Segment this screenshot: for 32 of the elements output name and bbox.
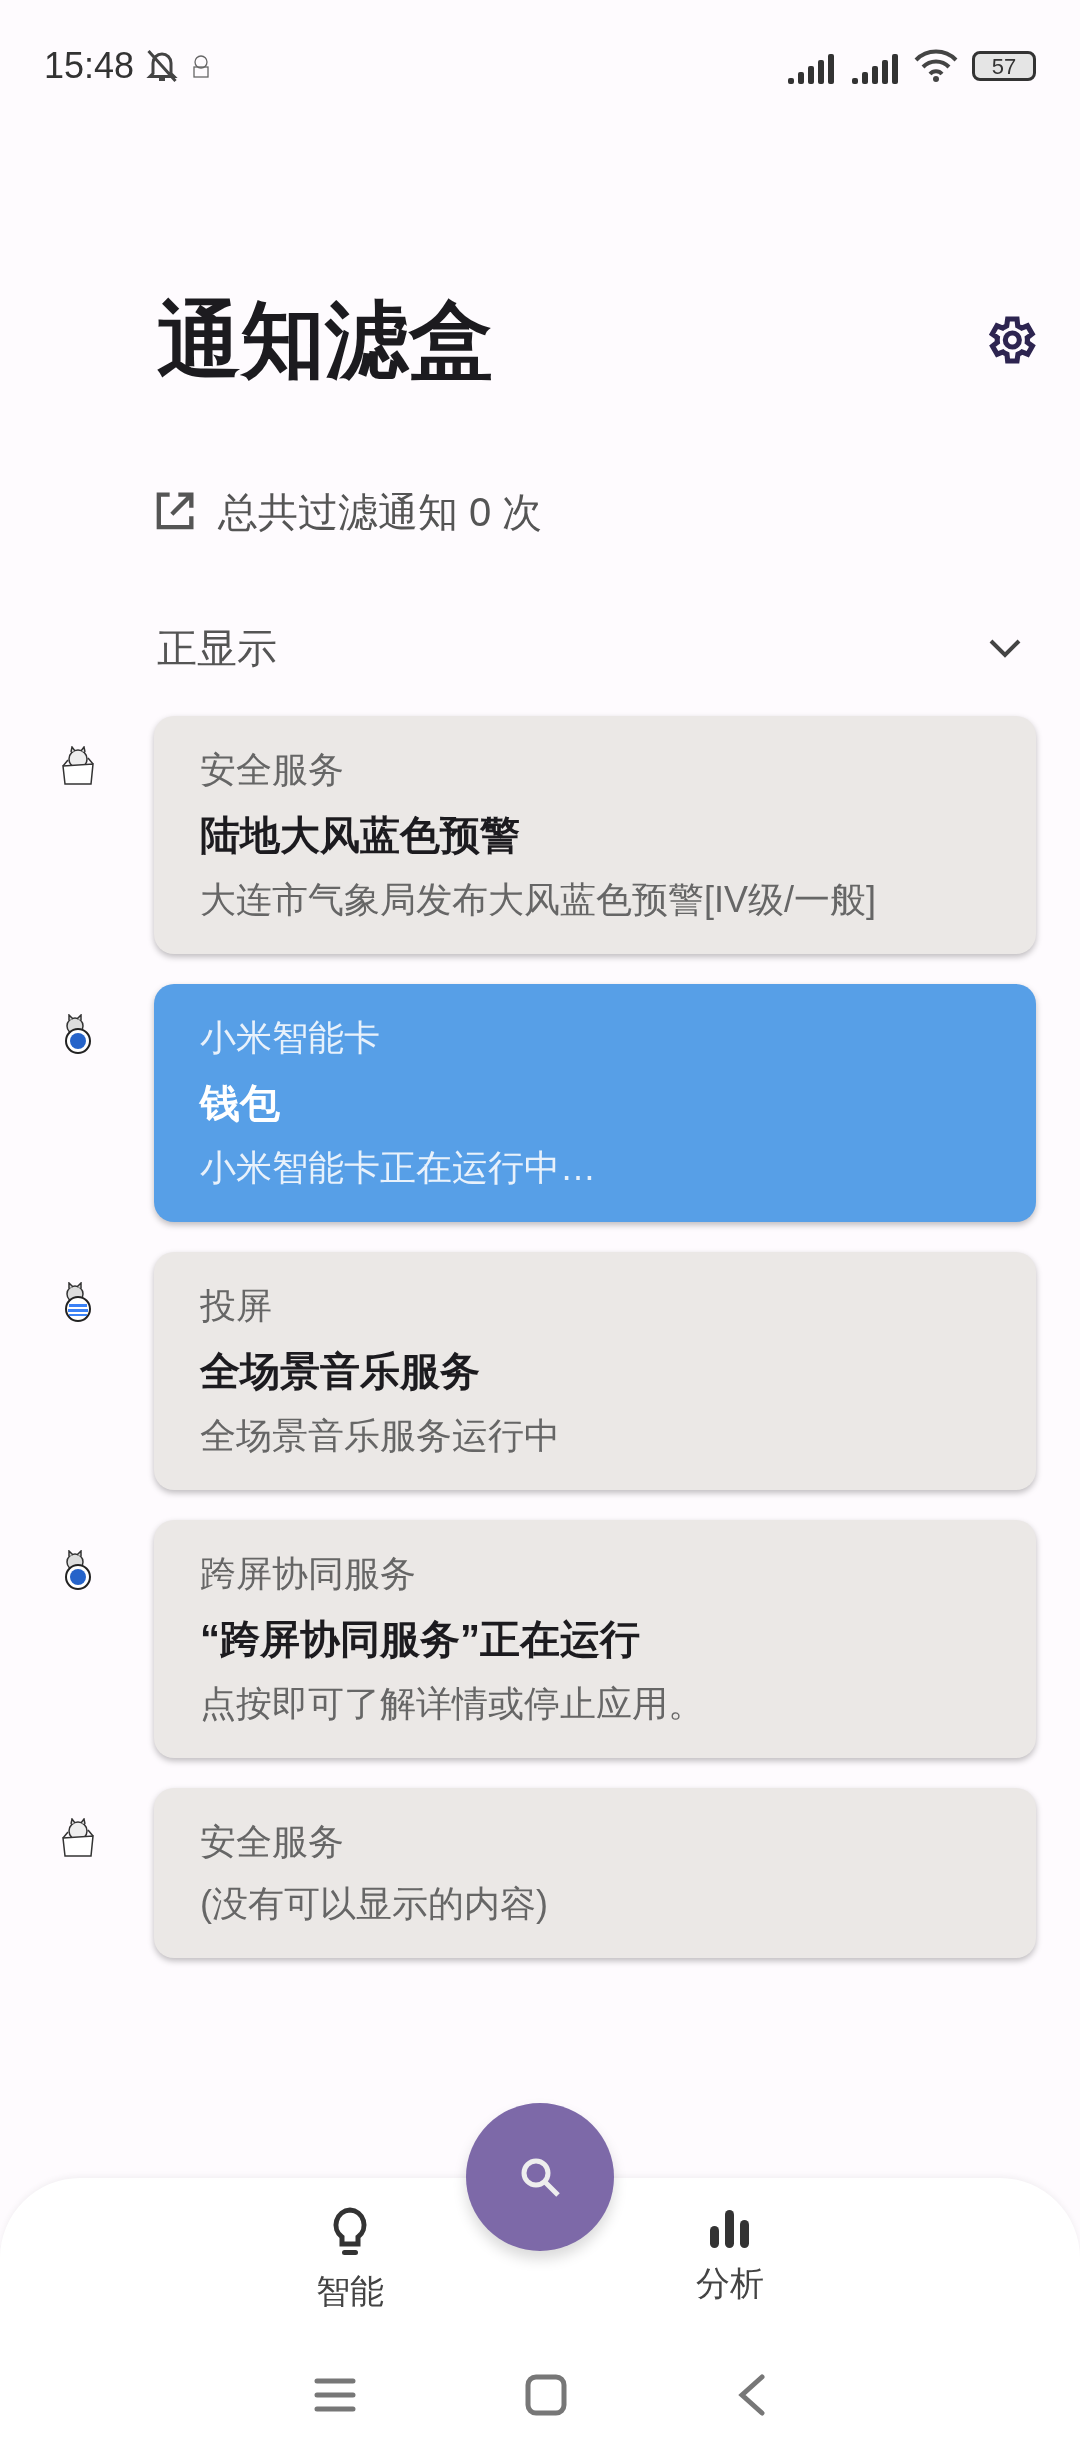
menu-icon[interactable] — [314, 2377, 357, 2413]
notification-card[interactable]: 安全服务 陆地大风蓝色预警 大连市气象局发布大风蓝色预警[IV级/一般] — [154, 716, 1036, 954]
home-icon[interactable] — [525, 2374, 567, 2416]
lightbulb-icon — [330, 2206, 370, 2258]
app-name: 投屏 — [200, 1284, 273, 1328]
battery-indicator: 57 — [972, 51, 1036, 81]
notification-title: 陆地大风蓝色预警 — [200, 812, 521, 859]
notification-body: 小米智能卡正在运行中… — [200, 1146, 597, 1190]
wifi-icon — [912, 48, 960, 84]
nav-tab[interactable]: 分析 — [650, 2206, 810, 2326]
section-label: 正显示 — [157, 625, 277, 672]
app-name: 安全服务 — [200, 748, 345, 792]
filter-count-text: 总共过滤通知 0 次 — [218, 489, 543, 536]
notification-title: 全场景音乐服务 — [200, 1348, 481, 1395]
nav-tab[interactable]: 智能 — [270, 2206, 430, 2326]
notification-body: 大连市气象局发布大风蓝色预警[IV级/一般] — [200, 878, 878, 922]
cat-in-box-icon — [60, 746, 96, 786]
app-name: 跨屏协同服务 — [200, 1552, 417, 1596]
app-name: 安全服务 — [200, 1820, 345, 1864]
notification-title: “跨屏协同服务”正在运行 — [200, 1616, 641, 1663]
notification-title: 钱包 — [200, 1080, 281, 1127]
notification-body: 点按即可了解详情或停止应用。 — [200, 1682, 705, 1726]
notification-body: (没有可以显示的内容) — [200, 1882, 549, 1926]
chevron-icon — [988, 638, 1022, 658]
notification-card[interactable]: 安全服务 (没有可以显示的内容) — [154, 1788, 1036, 1958]
notification-card[interactable]: 投屏 全场景音乐服务 全场景音乐服务运行中 — [154, 1252, 1036, 1490]
cat-in-box-icon — [60, 1818, 96, 1858]
clock-time: 15:48 — [44, 44, 135, 88]
notification-card[interactable]: 跨屏协同服务 “跨屏协同服务”正在运行 点按即可了解详情或停止应用。 — [154, 1520, 1036, 1758]
notification-body: 全场景音乐服务运行中 — [200, 1414, 561, 1458]
app-name: 小米智能卡 — [200, 1016, 381, 1060]
page-title: 通知滤盒 — [157, 298, 493, 382]
